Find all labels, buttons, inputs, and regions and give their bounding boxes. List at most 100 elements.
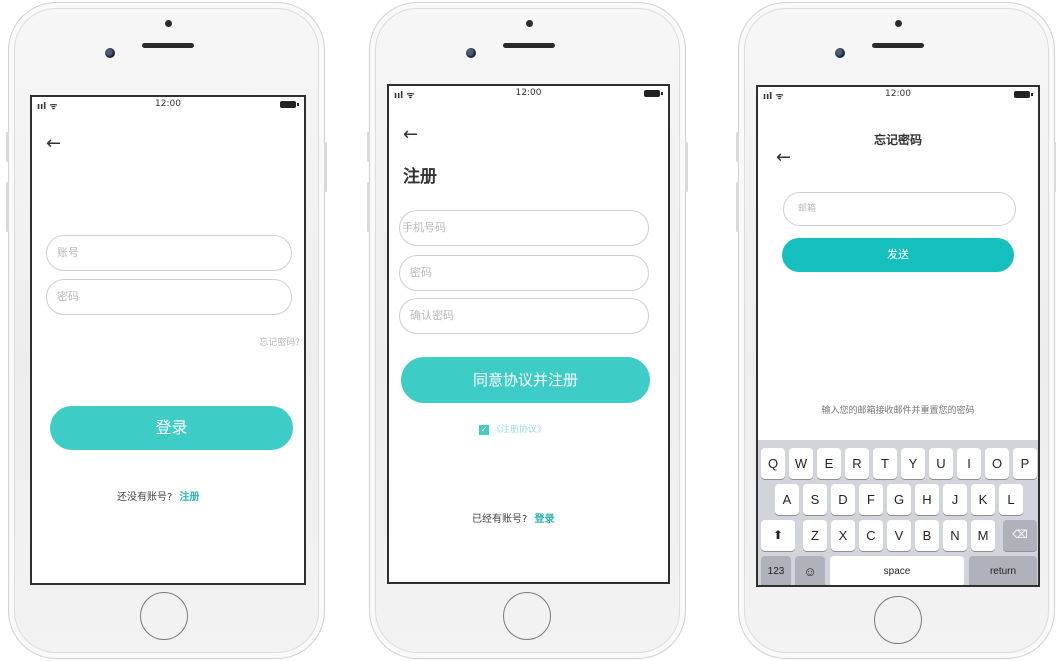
key-y[interactable]: Y: [901, 448, 925, 479]
key-h[interactable]: H: [915, 484, 939, 515]
login-button-label: 登录: [155, 418, 188, 437]
key-z[interactable]: Z: [803, 520, 827, 551]
password-placeholder: 密码: [410, 266, 432, 279]
key-t[interactable]: T: [873, 448, 897, 479]
status-bar: ııl ᯤ 12:00: [32, 97, 304, 113]
earpiece-speaker: [503, 43, 555, 48]
agreement-checkbox[interactable]: ✓: [479, 424, 489, 435]
side-button: [685, 142, 688, 192]
confirm-password-input[interactable]: 确认密码: [399, 298, 649, 334]
key-g[interactable]: G: [887, 484, 911, 515]
send-button[interactable]: 发送: [782, 238, 1014, 272]
password-input[interactable]: 密码: [46, 279, 292, 315]
page-title: 忘记密码: [873, 133, 922, 147]
front-camera: [105, 48, 115, 58]
front-camera: [835, 48, 845, 58]
home-button[interactable]: [874, 596, 922, 644]
no-account-text: 还没有账号?: [117, 492, 173, 503]
status-time: 12:00: [155, 99, 181, 109]
key-r[interactable]: R: [845, 448, 869, 479]
home-button[interactable]: [140, 592, 188, 640]
front-sensor: [526, 20, 533, 27]
key-d[interactable]: D: [831, 484, 855, 515]
key-x[interactable]: X: [831, 520, 855, 551]
forgot-password-link[interactable]: 忘记密码?: [259, 335, 300, 348]
register-button-label: 同意协议并注册: [472, 371, 578, 389]
status-time: 12:00: [885, 89, 911, 99]
agreement-label[interactable]: 《注册协议》: [492, 425, 546, 435]
home-button[interactable]: [503, 592, 551, 640]
key-m[interactable]: M: [971, 520, 995, 551]
forgot-password-screen: ııl ᯤ 12:00 忘记密码 ← 邮箱 发送 输入您的邮箱接收邮件并重置您的…: [756, 85, 1040, 587]
agreement-row: ✓ 《注册协议》: [479, 422, 546, 435]
numbers-key[interactable]: 123: [761, 556, 791, 585]
delete-icon[interactable]: ⌫: [1003, 520, 1037, 551]
battery-icon: [644, 90, 663, 97]
phone-forgot: ııl ᯤ 12:00 忘记密码 ← 邮箱 发送 输入您的邮箱接收邮件并重置您的…: [736, 2, 1056, 659]
key-c[interactable]: C: [859, 520, 883, 551]
reset-hint: 输入您的邮箱接收邮件并重置您的密码: [821, 406, 975, 416]
key-k[interactable]: K: [971, 484, 995, 515]
side-button: [736, 182, 739, 232]
side-button: [736, 132, 739, 162]
space-key[interactable]: space: [830, 556, 964, 585]
phone-input[interactable]: 手机号码: [399, 210, 649, 246]
key-q[interactable]: Q: [761, 448, 785, 479]
login-button[interactable]: 登录: [50, 406, 293, 450]
key-u[interactable]: U: [929, 448, 953, 479]
key-l[interactable]: L: [999, 484, 1023, 515]
phone-login: ııl ᯤ 12:00 ← 账号 密码 忘记密码? 登录 还没有账号? 注册: [6, 2, 327, 659]
key-n[interactable]: N: [943, 520, 967, 551]
account-placeholder: 账号: [57, 246, 79, 259]
shift-icon[interactable]: ⬆: [761, 520, 795, 551]
key-j[interactable]: J: [943, 484, 967, 515]
register-link[interactable]: 注册: [180, 492, 200, 503]
status-time: 12:00: [515, 88, 542, 98]
status-bar: ııl ᯤ 12:00: [389, 86, 668, 102]
email-input[interactable]: 邮箱: [783, 192, 1016, 226]
front-sensor: [165, 20, 172, 27]
battery-icon: [280, 101, 299, 108]
login-link[interactable]: 登录: [535, 514, 555, 525]
login-screen: ııl ᯤ 12:00 ← 账号 密码 忘记密码? 登录 还没有账号? 注册: [30, 95, 306, 585]
key-v[interactable]: V: [887, 520, 911, 551]
keyboard: Q W E R T Y U I O P A S D F G H J K L ⬆ …: [758, 440, 1038, 585]
email-placeholder: 邮箱: [798, 204, 817, 214]
side-button: [367, 132, 370, 162]
page-title: 注册: [403, 167, 437, 187]
have-account-text: 已经有账号?: [472, 514, 528, 525]
battery-icon: [1014, 91, 1033, 98]
key-a[interactable]: A: [775, 484, 799, 515]
side-button: [367, 182, 370, 232]
side-button: [6, 182, 9, 232]
side-button: [324, 142, 327, 192]
key-b[interactable]: B: [915, 520, 939, 551]
arrow-left-icon[interactable]: ←: [403, 124, 418, 145]
register-prompt: 还没有账号? 注册: [117, 488, 200, 503]
key-i[interactable]: I: [957, 448, 981, 479]
register-screen: ııl ᯤ 12:00 ← 注册 手机号码 密码 确认密码 同意协议并注册 ✓ …: [387, 84, 670, 584]
phone-register: ııl ᯤ 12:00 ← 注册 手机号码 密码 确认密码 同意协议并注册 ✓ …: [367, 2, 688, 659]
key-p[interactable]: P: [1013, 448, 1037, 479]
key-w[interactable]: W: [789, 448, 813, 479]
key-e[interactable]: E: [817, 448, 841, 479]
side-button: [6, 132, 9, 162]
account-input[interactable]: 账号: [46, 235, 292, 271]
earpiece-speaker: [872, 43, 924, 48]
key-s[interactable]: S: [803, 484, 827, 515]
arrow-left-icon[interactable]: ←: [776, 147, 791, 168]
key-o[interactable]: O: [985, 448, 1009, 479]
send-button-label: 发送: [887, 248, 909, 261]
front-camera: [466, 48, 476, 58]
password-input[interactable]: 密码: [399, 255, 649, 291]
earpiece-speaker: [142, 43, 194, 48]
front-sensor: [895, 20, 902, 27]
key-f[interactable]: F: [859, 484, 883, 515]
emoji-icon[interactable]: ☺: [795, 556, 825, 585]
status-bar: ııl ᯤ 12:00: [758, 87, 1038, 103]
password-placeholder: 密码: [57, 290, 79, 303]
return-key[interactable]: return: [969, 556, 1037, 585]
arrow-left-icon[interactable]: ←: [46, 133, 61, 154]
confirm-placeholder: 确认密码: [410, 309, 454, 322]
register-button[interactable]: 同意协议并注册: [401, 357, 650, 403]
